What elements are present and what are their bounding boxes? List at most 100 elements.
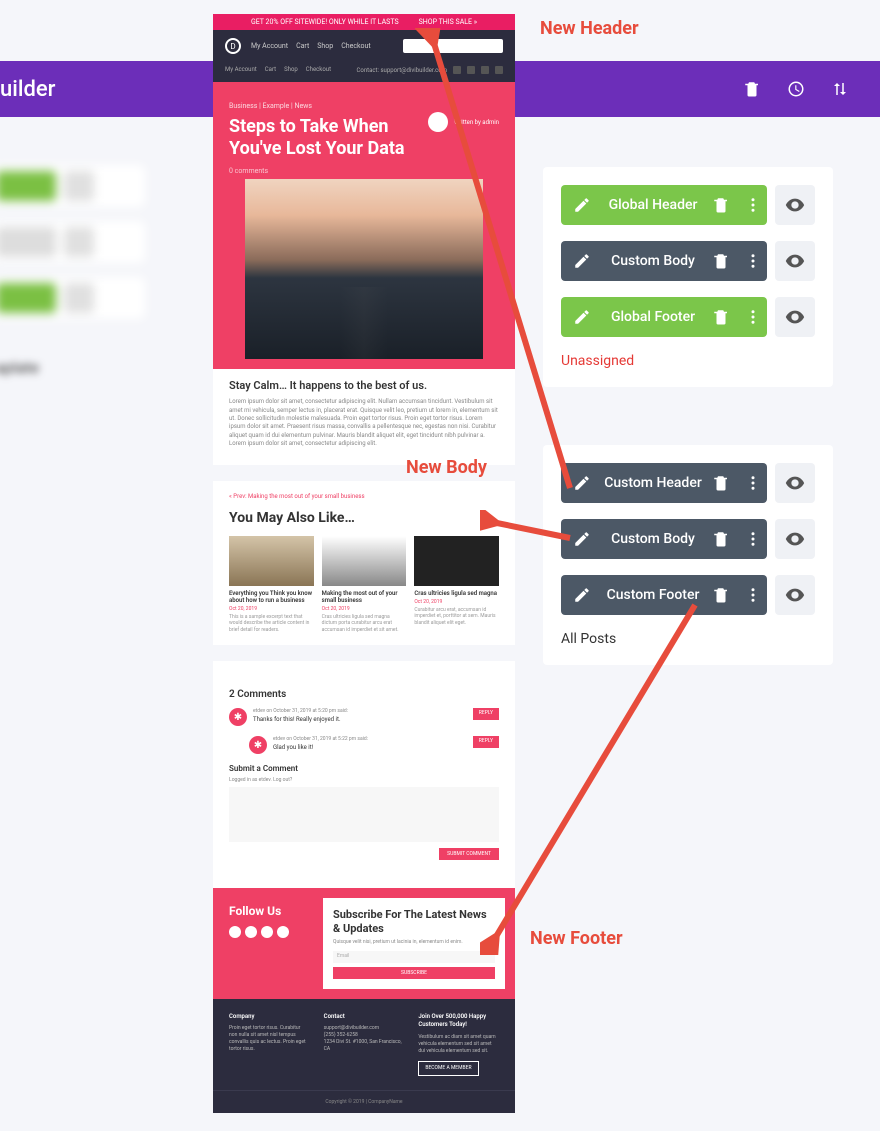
subnav-link[interactable]: Cart (265, 66, 276, 74)
custom-body-template[interactable]: Custom Body (561, 241, 767, 281)
global-header-template[interactable]: Global Header (561, 185, 767, 225)
article-heading: Stay Calm… It happens to the best of us. (229, 379, 499, 392)
related-title: Everything you Think you know about how … (229, 590, 314, 604)
site-nav: D My Account Cart Shop Checkout (213, 30, 515, 62)
trash-icon[interactable] (703, 252, 739, 270)
visibility-toggle[interactable] (775, 185, 815, 225)
social-icon[interactable] (467, 66, 475, 74)
col-heading: Company (229, 1013, 310, 1021)
more-icon[interactable] (739, 196, 767, 214)
social-icon[interactable] (495, 66, 503, 74)
promo-cta[interactable]: SHOP THIS SALE » (419, 18, 477, 26)
logo-icon[interactable]: D (225, 38, 241, 54)
visibility-toggle[interactable] (775, 463, 815, 503)
pencil-icon[interactable] (561, 308, 603, 326)
related-item[interactable]: Everything you Think you know about how … (229, 536, 314, 634)
visibility-toggle[interactable] (775, 575, 815, 615)
trash-icon[interactable] (703, 474, 739, 492)
sort-icon[interactable] (830, 79, 850, 99)
visibility-toggle[interactable] (775, 297, 815, 337)
col-heading: Contact (324, 1013, 405, 1021)
template-label: Global Footer (603, 309, 703, 325)
pencil-icon[interactable] (561, 530, 603, 548)
email-field[interactable]: Email (333, 951, 495, 963)
clock-icon[interactable] (786, 79, 806, 99)
subscribe-button[interactable]: SUBSCRIBE (333, 967, 495, 979)
topbar-actions (742, 79, 850, 99)
pencil-icon[interactable] (561, 586, 603, 604)
reply-button[interactable]: REPLY (473, 708, 499, 720)
annotation-new-footer: New Footer (530, 928, 623, 949)
template-row: Global Footer (561, 297, 815, 337)
unassigned-label: Unassigned (561, 353, 815, 369)
pencil-icon[interactable] (561, 196, 603, 214)
more-icon[interactable] (739, 252, 767, 270)
hero-section: Business | Example | News Steps to Take … (213, 82, 515, 369)
subnav-link[interactable]: My Account (225, 66, 257, 74)
footer-col-join: Join Over 500,000 Happy Customers Today!… (418, 1013, 499, 1076)
comments-section: 2 Comments ✱ etdev on October 31, 2019 a… (213, 677, 515, 872)
thumbnail (229, 536, 314, 586)
col-text: support@divibuilder.com (255) 352-6258 1… (324, 1025, 405, 1053)
col-text: Vestibulum ac diam sit amet quam vehicul… (418, 1034, 499, 1055)
template-row: Custom Footer (561, 575, 815, 615)
thumbnail (414, 536, 499, 586)
pencil-icon[interactable] (561, 252, 603, 270)
custom-header-template[interactable]: Custom Header (561, 463, 767, 503)
template-panel-allposts: Custom Header Custom Body Custom Footer … (543, 445, 833, 665)
nav-link[interactable]: Cart (296, 42, 309, 50)
related-date: Oct 20, 2019 (322, 606, 407, 612)
subnav-link[interactable]: Checkout (306, 66, 331, 74)
trash-icon[interactable] (703, 308, 739, 326)
trash-icon[interactable] (703, 530, 739, 548)
prev-link[interactable]: « Prev: Making the most out of your smal… (229, 493, 499, 500)
facebook-icon[interactable] (229, 926, 241, 938)
reply-button[interactable]: REPLY (473, 736, 499, 748)
related-excerpt: Curabitur arcu erat, accumsan id imperdi… (414, 607, 499, 627)
member-button[interactable]: BECOME A MEMBER (418, 1061, 478, 1076)
template-row: Custom Header (561, 463, 815, 503)
youtube-icon[interactable] (277, 926, 289, 938)
nav-link[interactable]: Checkout (341, 42, 370, 50)
more-icon[interactable] (739, 308, 767, 326)
more-icon[interactable] (739, 530, 767, 548)
custom-footer-template[interactable]: Custom Footer (561, 575, 767, 615)
subnav-link[interactable]: Shop (284, 66, 298, 74)
nav-link[interactable]: Shop (317, 42, 333, 50)
visibility-toggle[interactable] (775, 241, 815, 281)
global-footer-template[interactable]: Global Footer (561, 297, 767, 337)
visibility-toggle[interactable] (775, 519, 815, 559)
trash-icon[interactable] (742, 79, 762, 99)
subscribe-box: Subscribe For The Latest News & Updates … (323, 898, 505, 988)
related-title: Cras ultricies ligula sed magna (414, 590, 499, 597)
trash-icon[interactable] (703, 196, 739, 214)
comment-text: Thanks for this! Really enjoyed it. (253, 716, 467, 723)
promo-text: GET 20% OFF SITEWIDE! ONLY WHILE IT LAST… (251, 18, 399, 26)
submit-button[interactable]: SUBMIT COMMENT (439, 848, 499, 860)
related-section: « Prev: Making the most out of your smal… (213, 481, 515, 646)
comment-textarea[interactable] (229, 787, 499, 842)
pencil-icon[interactable] (561, 474, 603, 492)
related-item[interactable]: Making the most out of your small busine… (322, 536, 407, 634)
hero-image (245, 179, 483, 359)
copyright: Copyright © 2019 | CompanyName (213, 1090, 515, 1113)
search-input[interactable] (403, 39, 503, 53)
footer-col-contact: Contact support@divibuilder.com (255) 35… (324, 1013, 405, 1076)
related-date: Oct 20, 2019 (229, 606, 314, 612)
more-icon[interactable] (739, 586, 767, 604)
twitter-icon[interactable] (245, 926, 257, 938)
social-icon[interactable] (481, 66, 489, 74)
social-icon[interactable] (453, 66, 461, 74)
related-heading: You May Also Like… (229, 510, 499, 526)
login-caption: Logged in as etdev. Log out? (229, 777, 499, 783)
thumbnail (322, 536, 407, 586)
trash-icon[interactable] (703, 586, 739, 604)
custom-body-template[interactable]: Custom Body (561, 519, 767, 559)
more-icon[interactable] (739, 474, 767, 492)
subscribe-heading: Subscribe For The Latest News & Updates (333, 908, 495, 934)
related-item[interactable]: Cras ultricies ligula sed magna Oct 20, … (414, 536, 499, 634)
promo-bar: GET 20% OFF SITEWIDE! ONLY WHILE IT LAST… (213, 14, 515, 30)
nav-link[interactable]: My Account (251, 42, 288, 50)
subscribe-text: Quisque velit nisi, pretium ut lacinia i… (333, 939, 495, 945)
instagram-icon[interactable] (261, 926, 273, 938)
